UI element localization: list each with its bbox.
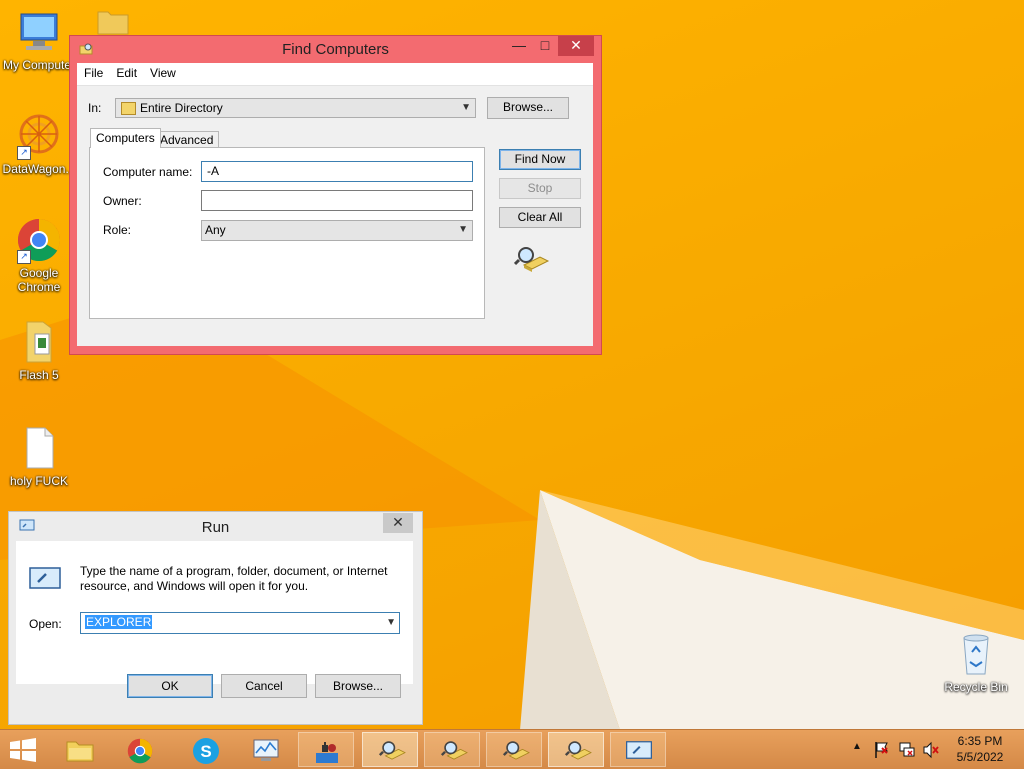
desktop-icon-flash-5[interactable]: Flash 5 xyxy=(0,318,78,382)
clock-time[interactable]: 6:35 PM xyxy=(948,734,1012,748)
desktop-icon-holy-fuck[interactable]: holy FUCK xyxy=(0,424,78,488)
taskbar-find-computers-4[interactable] xyxy=(548,732,604,767)
chevron-down-icon: ▼ xyxy=(458,224,468,235)
menu-edit[interactable]: Edit xyxy=(109,63,143,80)
skype-icon: S xyxy=(193,738,219,764)
find-client-area: File Edit View In: Entire Directory ▼ Brow… xyxy=(77,63,593,346)
stop-button[interactable]: Stop xyxy=(499,178,581,199)
role-select[interactable]: Any ▼ xyxy=(201,220,473,241)
cancel-button[interactable]: Cancel xyxy=(221,674,307,698)
desktop-icon-datawagon[interactable]: ↗ DataWagon... xyxy=(0,112,78,176)
computer-icon xyxy=(15,8,63,56)
find-magnifier-icon xyxy=(378,741,406,760)
run-dialog: Run ✕ Type the name of a program, folder… xyxy=(8,511,423,725)
open-label: Open: xyxy=(29,617,62,631)
file-explorer-icon xyxy=(66,741,94,762)
run-program-icon xyxy=(28,565,62,591)
action-center-flag-icon[interactable] xyxy=(873,741,891,759)
taskbar-find-computers-2[interactable] xyxy=(424,732,480,767)
find-titlebar[interactable]: Find Computers — □ ✕ xyxy=(70,36,601,62)
owner-input[interactable] xyxy=(201,190,473,211)
run-window-title: Run xyxy=(201,519,230,536)
datawagon-icon: ↗ xyxy=(15,112,63,160)
tab-computers[interactable]: Computers xyxy=(90,128,161,148)
taskbar-find-computers-1[interactable] xyxy=(362,732,418,767)
desktop-icon-my-computer[interactable]: My Computer xyxy=(0,8,78,72)
in-label: In: xyxy=(88,101,102,115)
volume-muted-icon[interactable] xyxy=(922,741,940,759)
taskbar-games-app[interactable] xyxy=(298,732,354,767)
find-now-button[interactable]: Find Now xyxy=(499,149,581,170)
tab-advanced[interactable]: Advanced xyxy=(154,131,220,148)
svg-text:S: S xyxy=(200,742,211,761)
chevron-down-icon[interactable]: ▼ xyxy=(386,613,396,632)
open-input-value: EXPLORER xyxy=(85,615,153,629)
ok-button[interactable]: OK xyxy=(127,674,213,698)
tab-panel-computers: Computer name: -A Owner: Role: Any ▼ xyxy=(89,147,485,319)
desktop-icon-google-chrome[interactable]: ↗ Google Chrome xyxy=(0,216,78,294)
run-program-icon xyxy=(626,741,652,759)
taskbar-file-explorer[interactable] xyxy=(52,732,108,767)
taskbar: S ▲ 6:35 PM 5/5/2022 xyxy=(0,729,1024,769)
taskbar-chrome[interactable] xyxy=(112,732,168,767)
in-location-value: Entire Directory xyxy=(140,101,223,115)
search-magnifier-icon xyxy=(513,243,550,275)
computer-name-label: Computer name: xyxy=(103,165,193,179)
folder-icon[interactable] xyxy=(96,6,130,36)
desktop-icon-label: Recycle Bin xyxy=(944,680,1008,694)
desktop-icon-label: Google Chrome xyxy=(17,266,61,294)
open-input[interactable]: EXPLORER ▼ xyxy=(80,612,400,634)
close-button[interactable]: ✕ xyxy=(383,513,413,533)
run-titlebar[interactable]: Run ✕ xyxy=(9,512,422,538)
close-button[interactable]: ✕ xyxy=(558,36,594,56)
menu-view[interactable]: View xyxy=(143,63,182,80)
computer-name-input[interactable]: -A xyxy=(201,161,473,182)
file-icon xyxy=(15,424,63,472)
desktop-icon-label: Flash 5 xyxy=(19,368,59,382)
desktop-icon-label: holy FUCK xyxy=(9,474,68,488)
maximize-button[interactable]: □ xyxy=(532,36,558,56)
find-magnifier-icon xyxy=(502,741,530,760)
shortcut-arrow-icon: ↗ xyxy=(17,146,31,160)
menubar: File Edit View xyxy=(77,63,593,86)
taskbar-run-dialog[interactable] xyxy=(610,732,666,767)
taskbar-find-computers-3[interactable] xyxy=(486,732,542,767)
minimize-button[interactable]: — xyxy=(506,36,532,56)
desktop-icon-label: DataWagon... xyxy=(2,162,76,176)
find-magnifier-icon xyxy=(564,741,592,760)
shortcut-arrow-icon: ↗ xyxy=(17,250,31,264)
role-label: Role: xyxy=(103,223,132,237)
recycle-bin-icon xyxy=(952,630,1000,678)
clock-date[interactable]: 5/5/2022 xyxy=(948,750,1012,764)
chess-icon xyxy=(316,742,338,763)
start-windows-icon[interactable] xyxy=(9,738,37,762)
find-magnifier-icon xyxy=(440,741,468,760)
browse-button[interactable]: Browse... xyxy=(315,674,401,698)
directory-icon xyxy=(121,102,136,115)
browse-button[interactable]: Browse... xyxy=(487,97,569,119)
desktop-icon-label: My Computer xyxy=(2,58,76,72)
desktop-icon-recycle-bin[interactable]: Recycle Bin xyxy=(936,630,1016,694)
chrome-icon: ↗ xyxy=(15,216,63,264)
find-computers-window: Find Computers — □ ✕ File Edit View In: En… xyxy=(69,35,602,355)
taskbar-skype[interactable]: S xyxy=(178,732,234,767)
owner-label: Owner: xyxy=(103,194,142,208)
chrome-icon xyxy=(127,738,153,764)
folder-icon xyxy=(15,318,63,366)
taskbar-performance-monitor[interactable] xyxy=(238,732,294,767)
performance-monitor-icon xyxy=(253,739,279,761)
network-icon[interactable] xyxy=(898,741,916,759)
role-value: Any xyxy=(205,223,226,237)
menu-file[interactable]: File xyxy=(77,63,109,80)
show-hidden-icons-arrow[interactable]: ▲ xyxy=(850,741,864,752)
chevron-down-icon: ▼ xyxy=(461,102,471,113)
clear-all-button[interactable]: Clear All xyxy=(499,207,581,228)
in-location-combo[interactable]: Entire Directory ▼ xyxy=(115,98,476,118)
run-description: Type the name of a program, folder, docu… xyxy=(80,564,388,593)
